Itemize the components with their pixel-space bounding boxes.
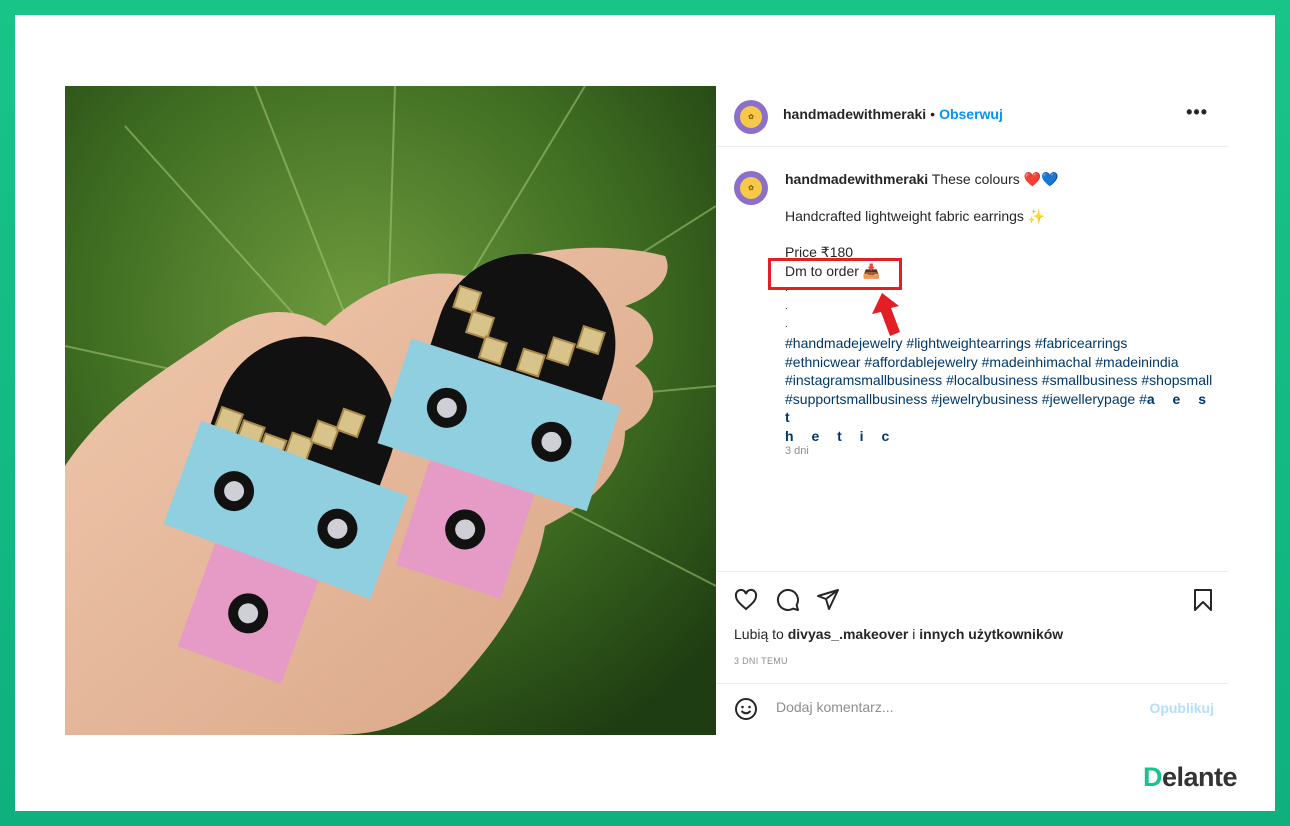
- bookmark-icon[interactable]: [1192, 588, 1214, 612]
- comment-input[interactable]: [774, 698, 1118, 716]
- follow-button[interactable]: Obserwuj: [939, 106, 1003, 122]
- hashtag-line[interactable]: #supportsmallbusiness #jewelrybusiness #…: [785, 391, 1147, 407]
- publish-button[interactable]: Opublikuj: [1149, 700, 1214, 716]
- likes-text: Lubią to divyas_.makeover i innych użytk…: [734, 626, 1063, 642]
- comment-bar: Opublikuj: [716, 683, 1228, 736]
- caption-line2: Handcrafted lightweight fabric earrings …: [785, 207, 1046, 224]
- post-panel: ✿ handmadewithmeraki • Obserwuj ••• ✿ hand…: [716, 86, 1228, 735]
- post-image[interactable]: [65, 86, 716, 735]
- emoji-icon[interactable]: [734, 697, 758, 721]
- caption-time: 3 dni: [785, 445, 809, 457]
- comment-icon[interactable]: [776, 588, 800, 612]
- delante-logo: Delante: [1143, 762, 1238, 792]
- avatar-image: ✿: [740, 106, 762, 128]
- header-text: handmadewithmeraki • Obserwuj: [783, 106, 1003, 124]
- avatar[interactable]: ✿: [734, 100, 768, 134]
- likes-mid: i: [912, 626, 916, 642]
- likes-prefix: Lubią to: [734, 626, 784, 642]
- separator-dot: •: [930, 106, 936, 122]
- caption-dot: .: [785, 301, 788, 312]
- header-username[interactable]: handmadewithmeraki: [783, 106, 926, 122]
- hashtag-line[interactable]: #handmadejewelry #lightweightearrings #f…: [785, 335, 1127, 351]
- caption-dot: .: [785, 319, 788, 330]
- post-date: 3 DNI TEMU: [734, 656, 788, 666]
- hashtags: #handmadejewelry #lightweightearrings #f…: [785, 334, 1225, 445]
- hashtag-spaced[interactable]: h e t i c: [785, 428, 896, 444]
- more-options-icon[interactable]: •••: [1186, 102, 1208, 123]
- caption-avatar[interactable]: ✿: [734, 171, 768, 205]
- highlight-box: [768, 258, 902, 290]
- caption: handmadewithmeraki These colours ❤️💙 Han…: [785, 170, 1225, 445]
- caption-line1: handmadewithmeraki These colours ❤️💙: [785, 170, 1225, 189]
- post-header: ✿ handmadewithmeraki • Obserwuj •••: [716, 86, 1228, 147]
- caption-username[interactable]: handmadewithmeraki: [785, 171, 928, 187]
- caption-text: These colours ❤️💙: [931, 171, 1059, 187]
- heart-icon[interactable]: [734, 588, 758, 612]
- likes-user[interactable]: divyas_.makeover: [788, 626, 909, 642]
- hashtag-line[interactable]: #ethnicwear #affordablejewelry #madeinhi…: [785, 354, 1179, 370]
- action-bar: Lubią to divyas_.makeover i innych użytk…: [716, 571, 1228, 684]
- arrow-icon: [872, 293, 900, 336]
- earrings-photo: [65, 86, 716, 735]
- share-icon[interactable]: [816, 587, 840, 611]
- likes-others[interactable]: innych użytkowników: [919, 626, 1063, 642]
- hashtag-line[interactable]: #instagramsmallbusiness #localbusiness #…: [785, 372, 1212, 388]
- avatar-image: ✿: [740, 177, 762, 199]
